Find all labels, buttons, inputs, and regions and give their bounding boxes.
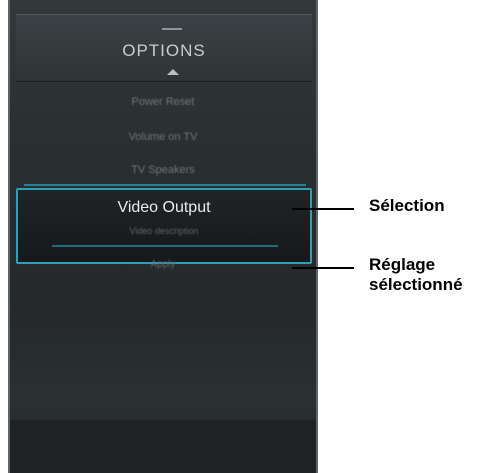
selected-setting-value[interactable]: Apply <box>10 259 316 270</box>
selected-menu-item[interactable]: Video Output Video description <box>16 188 312 264</box>
up-arrow-icon[interactable] <box>167 69 179 75</box>
selected-item-label: Video Output <box>117 199 211 216</box>
callout-line-setting <box>292 267 354 269</box>
options-panel: OPTIONS Power Reset Volume on TV TV Spea… <box>8 0 318 473</box>
selected-item-sublabel: Video description <box>129 226 199 236</box>
selection-highlight <box>24 184 306 186</box>
options-title: OPTIONS <box>122 41 206 60</box>
options-header: OPTIONS <box>16 14 312 82</box>
panel-footer <box>10 420 316 473</box>
callout-selection-label: Sélection <box>369 196 445 215</box>
menu-item-power-reset[interactable]: Power Reset <box>10 96 316 108</box>
callout-setting-label-line1: Réglage <box>369 255 436 274</box>
callout-setting-label-line2: sélectionné <box>369 275 463 294</box>
menu-item-tv-speakers[interactable]: TV Speakers <box>10 164 316 176</box>
callout-line-selection <box>292 208 354 210</box>
menu-item-volume[interactable]: Volume on TV <box>10 131 316 143</box>
setting-highlight <box>52 245 278 247</box>
header-dash <box>162 28 182 30</box>
